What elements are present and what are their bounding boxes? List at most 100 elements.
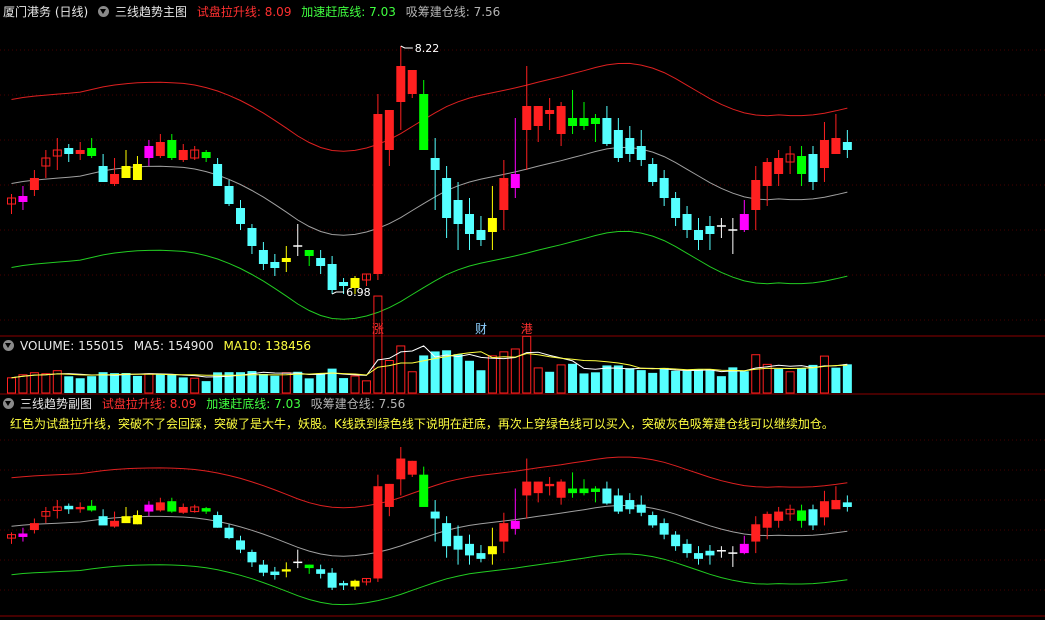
volume-bar	[167, 374, 177, 393]
sub-candle-body	[373, 486, 383, 579]
volume-bar	[682, 370, 692, 393]
sub-candle-body	[281, 569, 291, 572]
main-indicator-name[interactable]: 三线趋势主图	[115, 5, 187, 19]
chart-svg: 8.226.98涨财港	[0, 42, 1045, 617]
main-candle-body	[465, 214, 474, 234]
volume-bar	[842, 364, 852, 393]
volume-bar	[545, 371, 555, 393]
main-candle-body	[327, 264, 337, 290]
sub-candle-body	[236, 540, 245, 550]
main-candle-body	[155, 142, 165, 156]
sub-candle-body	[522, 481, 532, 496]
volume-label[interactable]: VOLUME:	[20, 339, 74, 353]
sub-candle-body	[476, 553, 486, 559]
main-candle-body	[132, 164, 142, 180]
main-candle-body	[831, 138, 841, 154]
sub-mid-band-line	[11, 505, 848, 557]
volume-bar	[110, 373, 120, 393]
volume-bar	[316, 373, 326, 393]
main-candle-body	[373, 114, 383, 274]
main-candle-body	[739, 214, 749, 230]
main-candle-body	[144, 146, 154, 158]
main-candle-body	[568, 118, 578, 126]
volume-bar	[304, 378, 314, 393]
sub-line2-label: 加速赶底线:	[206, 397, 271, 411]
volume-bar	[281, 372, 291, 394]
volume-bar	[533, 367, 543, 394]
chart-stage: 8.22 6.98 涨财港 厦门港务 (日线) 三线趋势主图 试盘拉升线: 8.09…	[0, 0, 1045, 617]
volume-bar	[18, 374, 28, 394]
volume-bar	[659, 367, 669, 393]
sub-indicator-name[interactable]: 三线趋势副图	[20, 397, 92, 411]
volume-bar	[671, 370, 681, 393]
volume-bar	[327, 368, 337, 393]
volume-bar	[407, 371, 417, 394]
volume-bar	[373, 295, 383, 394]
volume-bar	[121, 373, 131, 393]
main-candle-body	[270, 262, 280, 268]
volume-bar	[132, 375, 142, 393]
sub-candle-body	[75, 506, 85, 510]
main-candle-body	[18, 196, 28, 202]
volume-header: VOLUME: 155015 MA5: 154900 MA10: 138456	[3, 338, 317, 354]
sub-indicator-dropdown-icon[interactable]	[3, 398, 14, 409]
volume-bar	[648, 372, 658, 393]
main-candle-body	[590, 118, 600, 124]
sub-candle-body	[64, 505, 74, 510]
sub-candle-body	[224, 527, 234, 539]
volume-bar	[808, 364, 818, 393]
volume-bar	[339, 378, 349, 393]
main-candle-body	[201, 152, 211, 158]
main-candle-body	[613, 130, 623, 158]
sub-candle-body	[590, 488, 600, 492]
volume-bar	[590, 372, 600, 393]
volume-bar	[487, 355, 497, 394]
sub-candle-body	[751, 524, 761, 542]
volume-bar	[785, 371, 795, 394]
volume-bar	[739, 371, 749, 393]
volume-bar	[602, 365, 612, 393]
sub-candle-body	[339, 583, 349, 586]
stock-title[interactable]: 厦门港务 (日线)	[3, 5, 88, 19]
volume-bar	[361, 380, 371, 394]
main-candle-body	[87, 148, 97, 156]
sub-candle-body	[430, 511, 440, 519]
sub-line3-value: 7.56	[378, 397, 406, 411]
sub-line1-label: 试盘拉升线:	[101, 397, 166, 411]
sub-candle-body	[316, 569, 326, 574]
main-candle-body	[430, 158, 440, 170]
sub-candle-body	[545, 483, 555, 487]
main-candle-body	[842, 142, 852, 150]
main-line3-value: 7.56	[473, 5, 501, 19]
main-candle-body	[487, 218, 497, 232]
sub-lower-band-line	[11, 553, 848, 606]
main-line1-label: 试盘拉升线:	[196, 5, 261, 19]
main-candle-body	[224, 186, 234, 204]
sub-candle-body	[510, 520, 520, 529]
main-candle-body	[407, 70, 417, 94]
main-mid-band-line	[11, 146, 848, 236]
main-candle-body	[602, 118, 612, 144]
main-candle-body	[396, 66, 406, 102]
high-price-label: 8.22	[415, 42, 440, 55]
main-candle-body	[64, 148, 74, 154]
sub-candle-body	[407, 460, 417, 475]
volume-dropdown-icon[interactable]	[3, 340, 14, 351]
main-indicator-dropdown-icon[interactable]	[98, 6, 110, 17]
main-candle-body	[522, 106, 532, 130]
sub-candle-body	[774, 511, 784, 521]
sub-candle-body	[144, 504, 154, 512]
sub-candle-body	[636, 504, 646, 513]
main-candle-body	[213, 164, 223, 186]
indicator-explanation-note: 红色为试盘拉升线，突破不了会回踩，突破了是大牛，妖股。K线跌到绿色线下说明在赶底…	[10, 417, 834, 431]
sub-candle-body	[110, 520, 120, 527]
main-candle-body	[247, 228, 257, 246]
main-upper-band-line	[11, 62, 848, 152]
volume-bar	[64, 376, 74, 393]
sub-candle-body	[247, 551, 257, 563]
volume-bar	[201, 381, 211, 393]
sub-candle-body	[797, 510, 807, 521]
sub-candle-body	[98, 516, 108, 526]
volume-bar	[613, 365, 623, 393]
main-line2-value: 7.03	[369, 5, 396, 19]
